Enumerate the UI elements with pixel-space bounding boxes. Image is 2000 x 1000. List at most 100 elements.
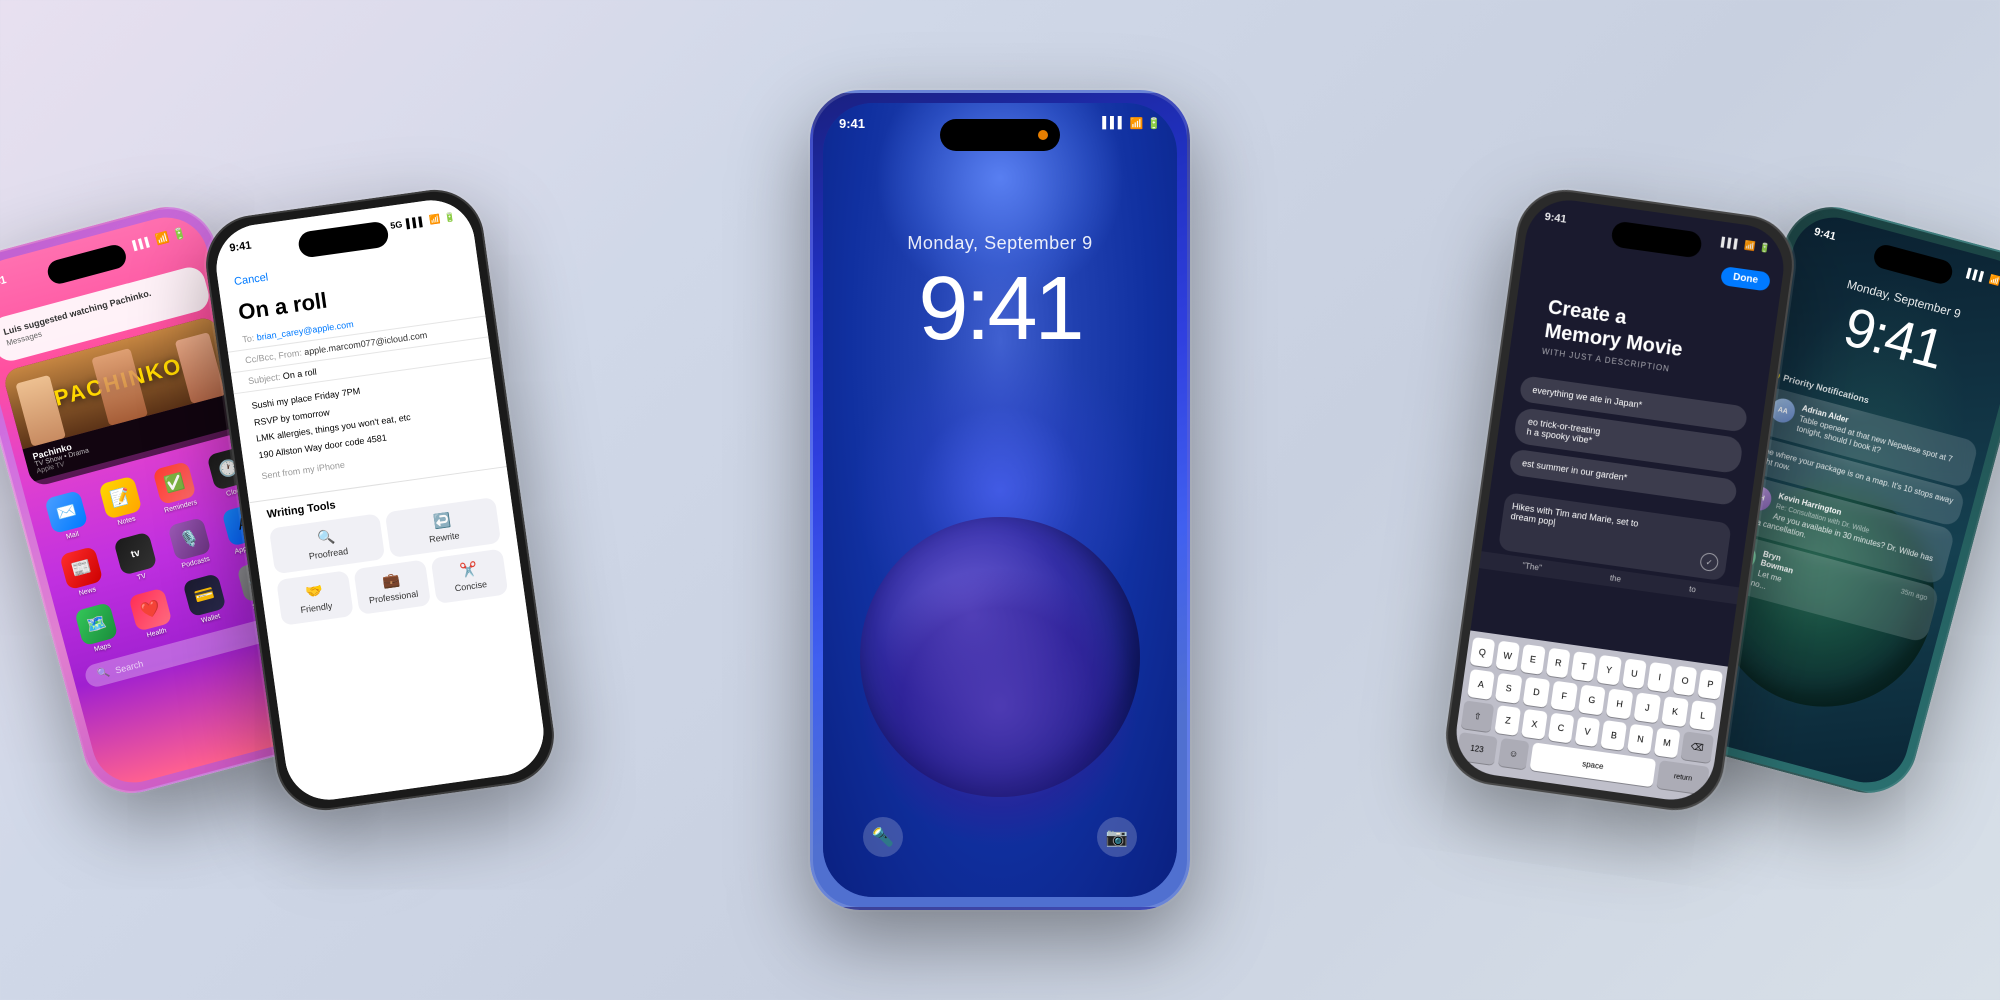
search-placeholder: Search <box>114 658 144 675</box>
key-r[interactable]: R <box>1546 648 1571 679</box>
app-icon-maps[interactable]: 🗺️ Maps <box>68 601 126 658</box>
app-label-notes: Notes <box>117 516 136 527</box>
lockscreen-time: 9:41 <box>823 258 1177 361</box>
app-label-health: Health <box>146 627 167 639</box>
signal-5: ▌▌▌ <box>1966 268 1987 283</box>
key-w[interactable]: W <box>1495 641 1520 672</box>
signal-3: ▌▌▌ <box>1102 117 1125 129</box>
wifi-icon-1: 📶 <box>154 230 171 246</box>
phone-3: 9:41 ▌▌▌ 📶 🔋 Monday, September 9 9:41 🔦 … <box>810 90 1190 910</box>
app-icon-mail[interactable]: ✉️ Mail <box>38 488 96 545</box>
status-icons-2: 5G ▌▌▌ 📶 🔋 <box>390 211 456 231</box>
battery-icon-1: 🔋 <box>171 225 188 241</box>
check-icon: ✓ <box>1699 552 1719 572</box>
prompt-text-1: everything we ate in Japan* <box>1532 385 1643 410</box>
proofread-icon: 🔍 <box>316 527 336 546</box>
predictive-2[interactable]: the <box>1609 573 1621 583</box>
app-icon-podcasts[interactable]: 🎙️ Podcasts <box>162 516 220 573</box>
app-label-mail: Mail <box>66 531 80 541</box>
predictive-3[interactable]: to <box>1689 585 1697 595</box>
key-delete[interactable]: ⌫ <box>1680 731 1714 763</box>
concise-label: Concise <box>454 578 488 592</box>
battery-3: 🔋 <box>1147 117 1161 130</box>
appletv-icon: tv <box>113 532 157 576</box>
key-t[interactable]: T <box>1571 651 1596 682</box>
key-o[interactable]: O <box>1672 665 1697 696</box>
status-icons-1: ▌▌▌ 📶 🔋 <box>131 225 187 252</box>
key-q[interactable]: Q <box>1470 637 1495 668</box>
status-icons-3: ▌▌▌ 📶 🔋 <box>1102 117 1161 130</box>
signal-icon-1: ▌▌▌ <box>132 236 153 251</box>
key-i[interactable]: I <box>1647 662 1672 693</box>
app-icon-news[interactable]: 📰 News <box>53 545 111 602</box>
app-icon-reminders[interactable]: ✅ Reminders <box>147 459 205 516</box>
done-button[interactable]: Done <box>1720 266 1771 292</box>
lockscreen-bg <box>823 103 1177 897</box>
key-z[interactable]: Z <box>1495 705 1521 736</box>
key-b[interactable]: B <box>1601 720 1627 751</box>
key-return[interactable]: return <box>1656 760 1709 795</box>
time-2: 9:41 <box>229 239 252 254</box>
podcasts-icon: 🎙️ <box>167 517 211 561</box>
prompt-text-2: eo trick-or-treatingh a spooky vibe* <box>1526 416 1601 445</box>
key-shift[interactable]: ⇧ <box>1461 700 1495 732</box>
key-n[interactable]: N <box>1627 724 1653 755</box>
subject-label: Subject: <box>247 371 283 386</box>
app-label-tv: TV <box>136 573 146 582</box>
mail-icon: ✉️ <box>44 490 88 534</box>
rewrite-button[interactable]: ↩️ Rewrite <box>385 497 501 558</box>
app-icon-notes[interactable]: 📝 Notes <box>93 474 151 531</box>
news-icon: 📰 <box>59 546 103 590</box>
keyboard: Q W E R T Y U I O P A S D <box>1451 630 1728 805</box>
key-h[interactable]: H <box>1606 688 1634 719</box>
key-l[interactable]: L <box>1689 700 1717 731</box>
key-v[interactable]: V <box>1574 716 1600 747</box>
key-a[interactable]: A <box>1467 669 1495 700</box>
subject-value: On a roll <box>282 367 317 382</box>
time-1: 9:41 <box>0 274 8 291</box>
professional-icon: 💼 <box>381 571 401 590</box>
wallet-icon: 💳 <box>182 573 226 617</box>
app-icon-health[interactable]: ❤️ Health <box>123 586 181 643</box>
notes-icon: 📝 <box>98 476 142 520</box>
writing-tools-section: Writing Tools 🔍 Proofread ↩️ Rewrite <box>249 466 525 636</box>
key-c[interactable]: C <box>1548 713 1574 744</box>
predictive-1[interactable]: "The" <box>1522 561 1543 573</box>
camera-button[interactable]: 📷 <box>1097 817 1137 857</box>
to-label: To: <box>242 333 258 345</box>
key-u[interactable]: U <box>1622 658 1647 689</box>
key-x[interactable]: X <box>1521 709 1547 740</box>
reminders-icon: ✅ <box>152 461 196 505</box>
app-icon-tv[interactable]: tv TV <box>108 530 166 587</box>
cancel-button[interactable]: Cancel <box>233 271 269 288</box>
key-numbers[interactable]: 123 <box>1456 732 1498 765</box>
key-f[interactable]: F <box>1550 681 1578 712</box>
key-m[interactable]: M <box>1654 727 1680 758</box>
concise-button[interactable]: ✂️ Concise <box>431 548 509 604</box>
app-icon-wallet[interactable]: 💳 Wallet <box>177 572 235 629</box>
friendly-icon: 🤝 <box>304 581 324 600</box>
key-p[interactable]: P <box>1698 669 1723 700</box>
friendly-button[interactable]: 🤝 Friendly <box>276 570 354 626</box>
key-s[interactable]: S <box>1495 673 1523 704</box>
signal-2: ▌▌▌ <box>406 216 426 229</box>
wifi-2: 📶 <box>428 213 441 225</box>
status-icons-4: ▌▌▌ 📶 🔋 <box>1721 236 1772 254</box>
key-g[interactable]: G <box>1578 685 1606 716</box>
key-y[interactable]: Y <box>1596 655 1621 686</box>
prompt-text-3: est summer in our garden* <box>1521 458 1627 483</box>
key-d[interactable]: D <box>1523 677 1551 708</box>
proofread-label: Proofread <box>308 545 349 560</box>
signal-4: ▌▌▌ <box>1721 237 1741 250</box>
key-k[interactable]: K <box>1661 696 1689 727</box>
key-emoji[interactable]: ☺ <box>1498 738 1530 770</box>
key-j[interactable]: J <box>1634 692 1662 723</box>
app-label-news: News <box>78 586 97 597</box>
rewrite-icon: ↩️ <box>432 511 452 530</box>
key-e[interactable]: E <box>1520 644 1545 675</box>
cc-label: Cc/Bcc, From: <box>245 347 305 365</box>
notif-4-time: 35m ago <box>1900 589 1928 603</box>
professional-button[interactable]: 💼 Professional <box>353 559 431 615</box>
proofread-button[interactable]: 🔍 Proofread <box>269 513 385 574</box>
flashlight-button[interactable]: 🔦 <box>863 817 903 857</box>
